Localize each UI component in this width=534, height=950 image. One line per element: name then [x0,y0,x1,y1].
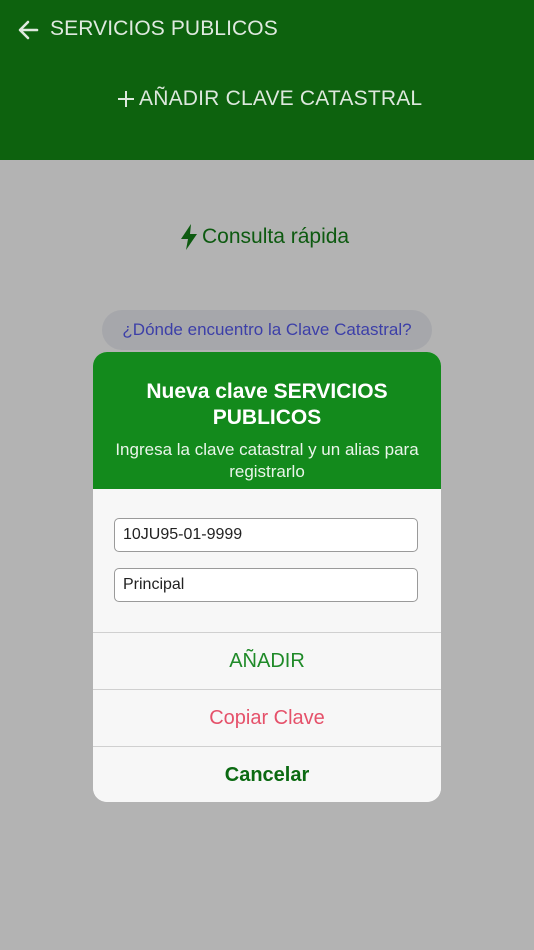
cancel-button[interactable]: Cancelar [93,746,441,802]
dialog-subtitle: Ingresa la clave catastral y un alias pa… [115,440,419,481]
dialog-title: Nueva clave SERVICIOS PUBLICOS [146,380,388,429]
add-cadastral-key-label: AÑADIR CLAVE CATASTRAL [139,87,423,110]
app-header: SERVICIOS PUBLICOS AÑADIR CLAVE CATASTRA… [0,0,534,160]
quick-query-button[interactable]: Consulta rápida [179,222,349,252]
dialog-body [93,489,441,632]
cadastral-key-field[interactable] [114,518,418,552]
quick-query-label: Consulta rápida [202,225,350,248]
add-button[interactable]: AÑADIR [93,632,441,689]
page-title: SERVICIOS PUBLICOS [50,17,278,40]
plus-icon [117,90,135,108]
dialog-header: Nueva clave SERVICIOS PUBLICOS Ingresa l… [93,352,441,489]
add-cadastral-key-button[interactable]: AÑADIR CLAVE CATASTRAL [117,84,422,114]
back-button[interactable] [14,16,42,44]
arrow-left-icon [18,20,39,40]
dialog-actions: AÑADIR Copiar Clave Cancelar [93,632,441,802]
bolt-icon [179,224,199,250]
new-key-dialog: Nueva clave SERVICIOS PUBLICOS Ingresa l… [93,352,441,802]
where-find-key-link[interactable]: ¿Dónde encuentro la Clave Catastral? [102,310,432,350]
alias-field[interactable] [114,568,418,602]
copy-key-button[interactable]: Copiar Clave [93,689,441,746]
